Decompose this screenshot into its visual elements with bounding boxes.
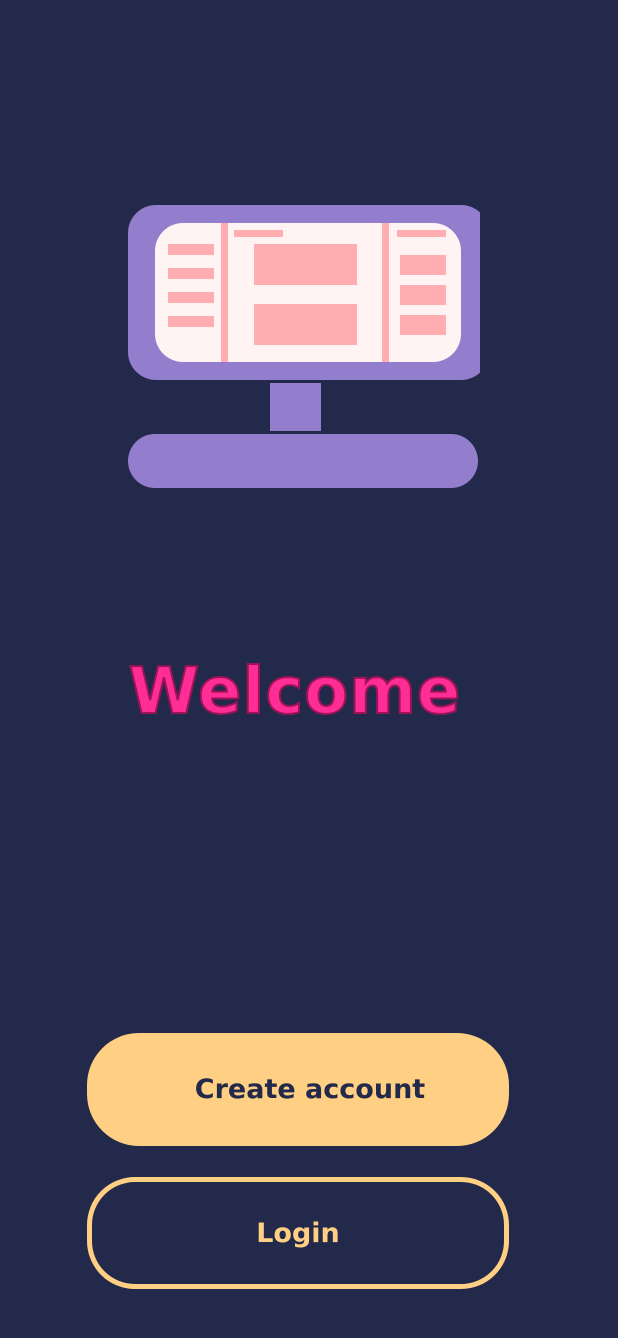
screen-line xyxy=(168,316,214,327)
login-button[interactable]: Login xyxy=(87,1177,509,1289)
screen-line xyxy=(168,268,214,279)
monitor-neck xyxy=(270,383,321,431)
screen-block-small xyxy=(400,315,446,335)
screen-block-small xyxy=(400,255,446,275)
computer-monitor-illustration xyxy=(128,205,480,488)
screen-block xyxy=(254,304,357,345)
welcome-title: Welcome xyxy=(128,654,462,730)
screen-line xyxy=(168,244,214,255)
screen-divider-left xyxy=(221,223,228,362)
create-account-button[interactable]: Create account xyxy=(87,1033,509,1146)
login-label: Login xyxy=(256,1217,340,1249)
screen-line xyxy=(168,292,214,303)
screen-header-bar xyxy=(234,230,283,237)
create-account-label: Create account xyxy=(194,1074,426,1105)
screen-header-bar xyxy=(397,230,446,237)
screen-divider-right xyxy=(382,223,389,362)
monitor-base xyxy=(128,434,478,488)
screen-block-small xyxy=(400,285,446,305)
welcome-screen: Welcome Create account Login xyxy=(0,0,618,1338)
screen-block xyxy=(254,244,357,285)
